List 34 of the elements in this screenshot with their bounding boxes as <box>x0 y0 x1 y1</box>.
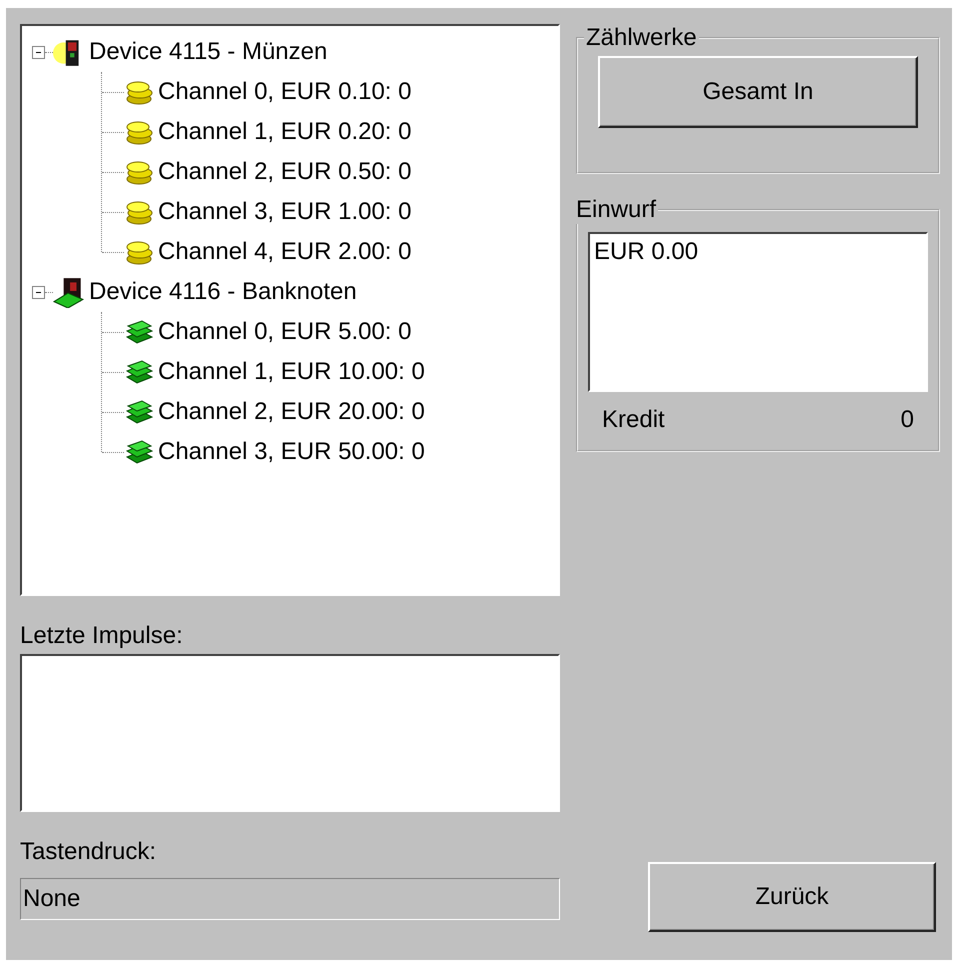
keypress-label: Tastendruck: <box>20 837 158 867</box>
tree-item[interactable]: Device 4116 - Banknoten <box>89 278 357 306</box>
coin-stack-icon <box>124 159 154 185</box>
tree-item[interactable]: Device 4115 - Münzen <box>89 38 328 66</box>
tree-item[interactable]: Channel 3, EUR 1.00: 0 <box>158 198 412 226</box>
tree-item[interactable]: Channel 4, EUR 2.00: 0 <box>158 238 412 266</box>
coin-stack-icon <box>124 199 154 225</box>
group-title: Einwurf <box>575 196 658 224</box>
tree-item[interactable]: Channel 2, EUR 20.00: 0 <box>158 398 425 426</box>
banknote-stack-icon <box>124 359 154 385</box>
banknote-stack-icon <box>124 319 154 345</box>
coin-stack-icon <box>124 239 154 265</box>
tree-item[interactable]: Channel 0, EUR 5.00: 0 <box>158 318 412 346</box>
impulses-label: Letzte Impulse: <box>20 621 184 652</box>
collapse-toggle[interactable] <box>32 286 45 298</box>
tree-item[interactable]: Channel 1, EUR 0.20: 0 <box>158 118 412 146</box>
total-in-button[interactable]: Gesamt In <box>598 56 918 128</box>
banknote-stack-icon <box>124 439 154 465</box>
banknote-stack-icon <box>124 399 154 425</box>
coin-stack-icon <box>124 119 154 145</box>
group-title: Zählwerke <box>585 24 698 52</box>
collapse-toggle[interactable] <box>32 46 45 58</box>
list-item: EUR 0.00 <box>594 238 700 266</box>
tree-item[interactable]: Channel 0, EUR 0.10: 0 <box>158 78 412 106</box>
banknote-device-icon <box>53 276 85 308</box>
tree-item[interactable]: Channel 1, EUR 10.00: 0 <box>158 358 425 386</box>
coin-stack-icon <box>124 79 154 105</box>
tree-item[interactable]: Channel 2, EUR 0.50: 0 <box>158 158 412 186</box>
tree-item[interactable]: Channel 3, EUR 50.00: 0 <box>158 438 425 466</box>
back-button[interactable]: Zurück <box>648 862 936 932</box>
keypress-field: None <box>20 878 560 920</box>
credit-label: Kredit <box>602 406 665 434</box>
insert-list[interactable]: EUR 0.00 <box>588 232 928 392</box>
credit-value: 0 <box>900 406 914 434</box>
